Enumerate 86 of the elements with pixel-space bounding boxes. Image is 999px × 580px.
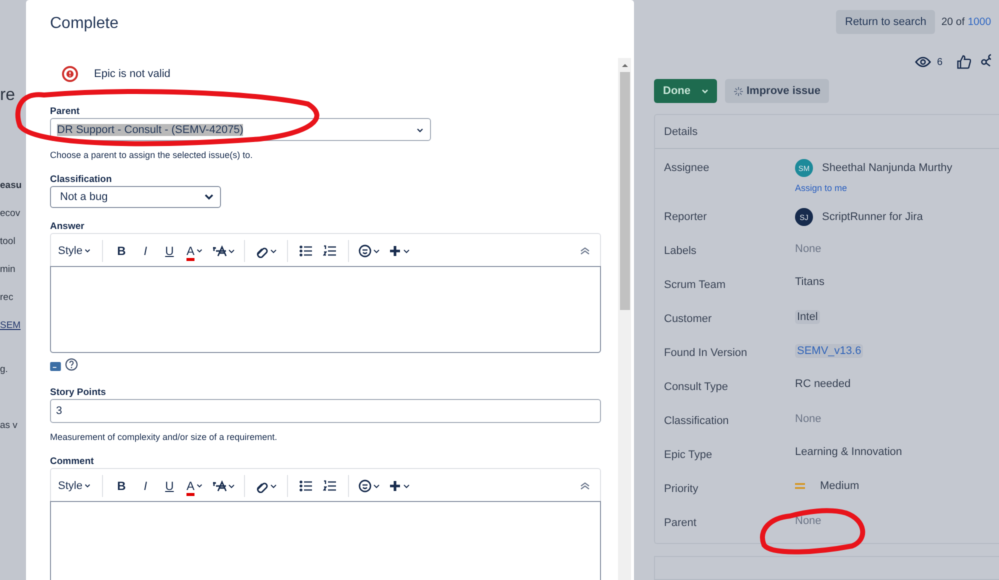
text-fragment: g.: [0, 363, 8, 377]
text-color-button[interactable]: A: [184, 240, 206, 262]
text-fragment: as v: [0, 419, 18, 433]
classification-select[interactable]: Not a bug: [50, 186, 221, 208]
field-label: Consult Type: [664, 380, 730, 393]
thumbs-up-icon[interactable]: [956, 55, 971, 69]
text-format-icon[interactable]: [211, 244, 236, 258]
caret-icon: [204, 193, 214, 201]
story-points-input[interactable]: 3: [50, 399, 601, 423]
field-value: None: [795, 514, 822, 527]
style-dropdown[interactable]: Style: [56, 474, 94, 496]
field-label: Found In Version: [664, 346, 748, 359]
field-label: Reporter: [664, 210, 708, 223]
watcher-count: 6: [937, 56, 943, 68]
field-value: RC needed: [795, 378, 851, 390]
caret-icon: [416, 126, 424, 134]
italic-button[interactable]: I: [136, 240, 154, 262]
caret-icon: [196, 247, 204, 254]
bullet-list-icon[interactable]: [299, 478, 314, 492]
bold-button[interactable]: B: [112, 240, 130, 262]
watch-icon[interactable]: [915, 56, 931, 68]
bold-button[interactable]: B: [112, 474, 130, 496]
caret-icon: [700, 87, 708, 95]
italic-button[interactable]: I: [136, 474, 154, 496]
text-fragment: rec: [0, 291, 14, 305]
field-label: Labels: [664, 244, 698, 257]
parent-select[interactable]: DR Support - Consult - (SEMV-42075): [50, 118, 431, 141]
error-message: Epic is not valid: [94, 68, 170, 80]
field-label: Answer: [50, 221, 84, 232]
field-label: Priority: [664, 482, 700, 495]
status-button[interactable]: Done: [654, 79, 716, 103]
help-text: Choose a parent to assign the selected issue(s) to.: [50, 150, 253, 161]
text-fragment: easu: [0, 179, 22, 193]
field-value: Learning & Innovation: [795, 446, 902, 458]
help-icon[interactable]: [65, 358, 78, 371]
text-fragment: min: [0, 263, 16, 277]
underline-button[interactable]: U: [160, 240, 178, 262]
field-label: Scrum Team: [664, 278, 727, 291]
image-icon[interactable]: [50, 362, 61, 371]
plus-icon[interactable]: [388, 478, 412, 492]
plus-icon[interactable]: [388, 244, 412, 258]
link-text[interactable]: SEM: [0, 312, 21, 340]
emoji-icon[interactable]: [358, 478, 382, 492]
user-name: ScriptRunner for Jira: [822, 211, 923, 223]
field-label: Classification: [664, 414, 730, 427]
improve-issue-button[interactable]: Improve issue: [724, 79, 830, 103]
text-fragment: re: [0, 84, 16, 106]
field-value: None: [795, 242, 822, 255]
scrollbar[interactable]: [618, 58, 631, 580]
text-color-button[interactable]: A: [184, 474, 206, 496]
field-value: None: [795, 412, 822, 425]
issue-position: 20 of: [941, 16, 965, 28]
caret-icon: [84, 247, 92, 254]
text-format-icon[interactable]: [211, 478, 236, 492]
text-fragment: tool: [0, 235, 16, 249]
field-tag: Intel: [795, 310, 820, 324]
caret-icon: [196, 482, 204, 489]
text-fragment: ecov: [0, 207, 20, 221]
underline-button[interactable]: U: [160, 474, 178, 496]
field-label: Epic Type: [664, 448, 714, 461]
panel-title: Details: [664, 126, 698, 138]
dialog-title: Complete: [50, 15, 118, 33]
field-label: Comment: [50, 456, 94, 467]
sparkle-icon: [734, 86, 742, 96]
numbered-list-icon[interactable]: [323, 244, 338, 258]
field-value: Medium: [820, 480, 860, 492]
field-label: Parent: [50, 106, 80, 117]
error-icon: [62, 66, 78, 82]
field-label: Parent: [664, 516, 698, 529]
scroll-up-icon[interactable]: [620, 62, 628, 68]
field-value: Titans: [795, 276, 825, 288]
field-label: Customer: [664, 312, 713, 325]
emoji-icon[interactable]: [358, 244, 382, 258]
field-label: Classification: [50, 174, 112, 185]
field-label: Story Points: [50, 387, 106, 398]
return-to-search-button[interactable]: Return to search: [836, 10, 936, 34]
bullet-list-icon[interactable]: [299, 244, 314, 258]
assign-to-me-link[interactable]: Assign to me: [795, 183, 848, 193]
answer-text-area[interactable]: [50, 266, 601, 353]
numbered-list-icon[interactable]: [323, 478, 338, 492]
style-dropdown[interactable]: Style: [56, 240, 94, 262]
user-name: Sheethal Nanjunda Murthy: [822, 162, 952, 174]
help-text: Measurement of complexity and/or size of a requirement.: [50, 432, 278, 443]
caret-icon: [84, 482, 92, 489]
priority-medium-icon: [795, 482, 805, 490]
field-label: Assignee: [664, 161, 710, 174]
